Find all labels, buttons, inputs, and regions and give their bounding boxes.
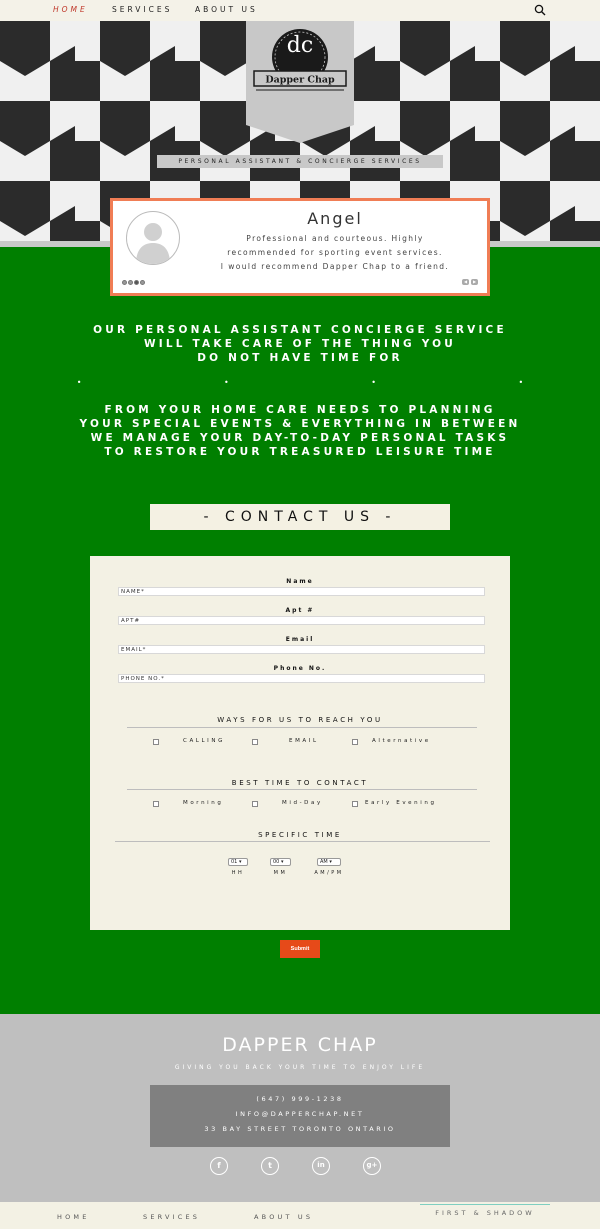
nav-home-link[interactable]: HOME [53, 5, 88, 14]
slider-dot[interactable] [122, 280, 127, 285]
intro-line-4: FROM YOUR HOME CARE NEEDS TO PLANNING [104, 404, 496, 416]
contact-us-heading: - CONTACT US - [150, 504, 450, 530]
ampm-select[interactable]: AM ▾ [317, 858, 341, 866]
nav-services-link[interactable]: SERVICES [112, 5, 172, 14]
phone-label: Phone No. [273, 665, 327, 672]
contact-form: Name Apt # Email Phone No. WAYS FOR US T… [90, 556, 510, 930]
slider-arrows: ◀ ▶ [462, 279, 478, 285]
apt-label: Apt # [285, 607, 315, 614]
nav-about-link[interactable]: ABOUT US [195, 5, 258, 14]
bottom-nav-about-link[interactable]: ABOUT US [254, 1213, 313, 1221]
footer-tagline: GIVING YOU BACK YOUR TIME TO ENJOY LIFE [174, 1064, 426, 1071]
footer-brand: DAPPER CHAP [222, 1034, 378, 1056]
morning-label: Morning [183, 800, 224, 806]
hour-select[interactable]: 01 ▾ [228, 858, 248, 866]
alternative-checkbox[interactable] [352, 739, 358, 745]
slider-dot[interactable] [128, 280, 133, 285]
slider-prev-icon[interactable]: ◀ [462, 279, 469, 285]
minute-select-value: 00 [273, 859, 280, 865]
search-icon[interactable] [534, 4, 546, 16]
twitter-icon[interactable]: t [261, 1157, 279, 1175]
hero-tagline: PERSONAL ASSISTANT & CONCIERGE SERVICES [157, 155, 443, 168]
testimonial-quote-line-2: recommended for sporting event services. [227, 248, 443, 257]
name-label: Name [286, 578, 314, 585]
calling-label: CALLING [183, 738, 225, 744]
alternative-label: Alternative [372, 738, 431, 744]
site-credit[interactable]: FIRST & SHADOW [420, 1204, 550, 1217]
midday-label: Mid-Day [282, 800, 323, 806]
reach-heading: WAYS FOR US TO REACH YOU [217, 716, 383, 724]
bottom-nav-services-link[interactable]: SERVICES [143, 1213, 200, 1221]
intro-line-1: OUR PERSONAL ASSISTANT CONCIERGE SERVICE [93, 324, 507, 336]
email-option-label: EMAIL [289, 738, 319, 744]
testimonial-name: Angel [307, 209, 363, 228]
intro-bullet-divider: • • • • [76, 378, 594, 387]
divider [127, 789, 477, 790]
footer-phone: (647) 999-1238 [256, 1095, 344, 1103]
hour-select-value: 01 [231, 859, 238, 865]
minute-select[interactable]: 00 ▾ [270, 858, 291, 866]
name-field[interactable] [118, 587, 485, 596]
early-evening-checkbox[interactable] [352, 801, 358, 807]
divider [127, 727, 477, 728]
linkedin-icon[interactable]: in [312, 1157, 330, 1175]
morning-checkbox[interactable] [153, 801, 159, 807]
midday-checkbox[interactable] [252, 801, 258, 807]
phone-field[interactable] [118, 674, 485, 683]
bottom-nav-home-link[interactable]: HOME [57, 1213, 90, 1221]
mm-label: MM [273, 870, 288, 876]
facebook-icon[interactable]: f [210, 1157, 228, 1175]
intro-line-6: WE MANAGE YOUR DAY-TO-DAY PERSONAL TASKS [90, 432, 510, 444]
slider-dot[interactable] [134, 280, 139, 285]
google-plus-icon[interactable]: g+ [363, 1157, 381, 1175]
user-placeholder-icon [136, 223, 170, 264]
intro-line-3: DO NOT HAVE TIME FOR [197, 352, 403, 364]
testimonial-quote-line-3: I would recommend Dapper Chap to a frien… [220, 262, 450, 271]
email-label: Email [285, 636, 315, 643]
early-evening-label: Early Evening [365, 800, 437, 806]
slider-dot[interactable] [140, 280, 145, 285]
best-time-heading: BEST TIME TO CONTACT [231, 779, 369, 787]
footer-address: 33 BAY STREET TORONTO ONTARIO [204, 1125, 396, 1133]
footer: DAPPER CHAP GIVING YOU BACK YOUR TIME TO… [0, 1014, 600, 1202]
submit-button[interactable]: Submit [280, 940, 320, 958]
footer-email[interactable]: INFO@DAPPERCHAP.NET [150, 1110, 450, 1118]
ampm-label: AM/PM [314, 870, 344, 876]
logo-banner[interactable]: dc Dapper Chap [246, 21, 354, 143]
logo-brand-text: Dapper Chap [265, 75, 335, 86]
email-field[interactable] [118, 645, 485, 654]
intro-line-2: WILL TAKE CARE OF THE THING YOU [143, 338, 457, 350]
ampm-select-value: AM [320, 859, 328, 865]
logo-monogram: dc [287, 33, 313, 58]
intro-line-5: YOUR SPECIAL EVENTS & EVERYTHING IN BETW… [79, 418, 521, 430]
top-nav: HOME SERVICES ABOUT US [0, 0, 600, 21]
divider [115, 841, 490, 842]
footer-contact-box: (647) 999-1238 INFO@DAPPERCHAP.NET 33 BA… [150, 1085, 450, 1147]
apt-field[interactable] [118, 616, 485, 625]
email-checkbox[interactable] [252, 739, 258, 745]
slider-dots [122, 280, 145, 285]
calling-checkbox[interactable] [153, 739, 159, 745]
specific-time-heading: SPECIFIC TIME [258, 831, 342, 839]
avatar [126, 211, 180, 265]
slider-next-icon[interactable]: ▶ [471, 279, 478, 285]
intro-line-7: TO RESTORE YOUR TREASURED LEISURE TIME [104, 446, 496, 458]
testimonial-card: Angel Professional and courteous. Highly… [110, 198, 490, 296]
hh-label: HH [231, 870, 245, 876]
testimonial-quote-line-1: Professional and courteous. Highly [246, 234, 424, 243]
